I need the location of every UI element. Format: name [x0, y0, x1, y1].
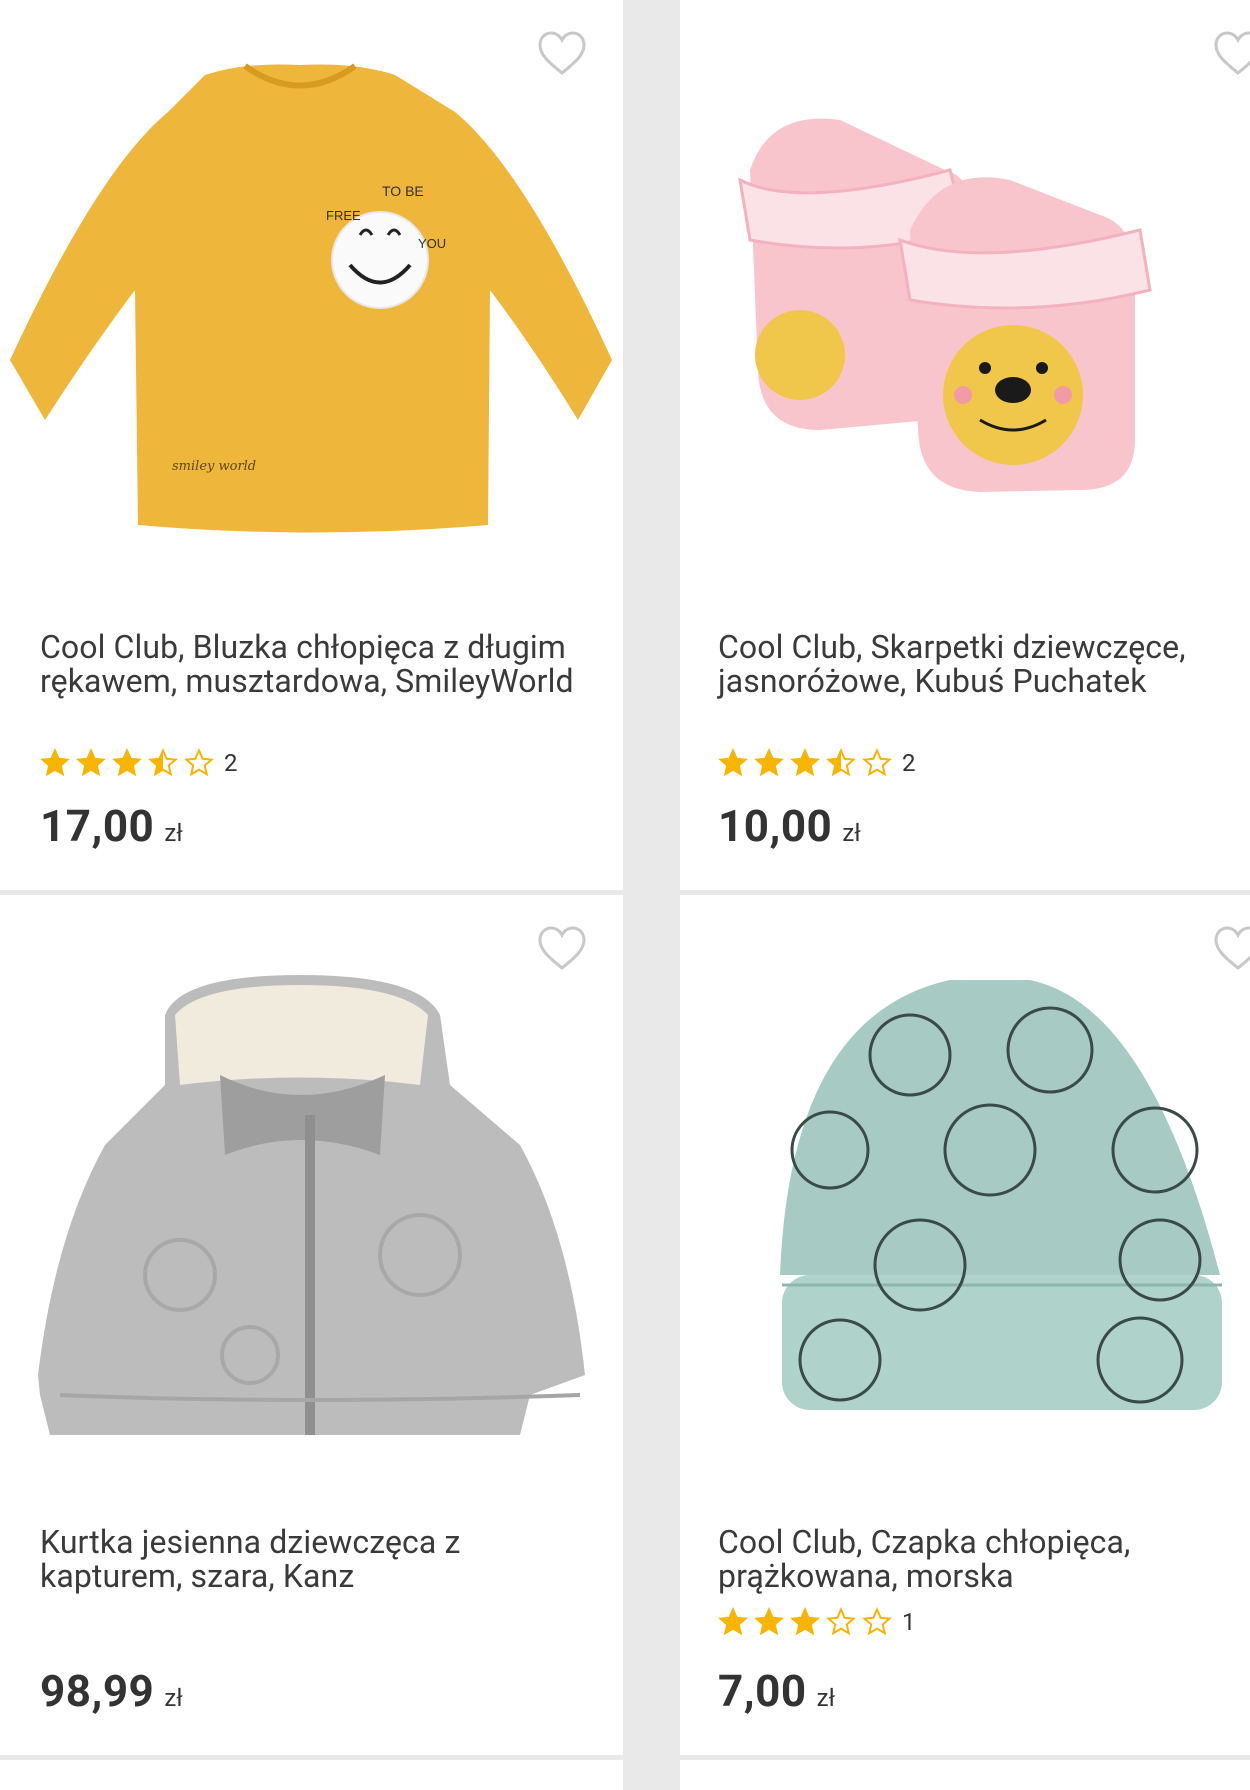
price: 98,99 zł: [40, 1665, 183, 1717]
review-count: 1: [902, 1608, 916, 1636]
socks-illustration: [738, 118, 1152, 492]
product-card-partial[interactable]: [0, 1760, 623, 1790]
favorite-heart-icon[interactable]: [537, 925, 587, 971]
rating: 1: [718, 1607, 916, 1637]
star-icon: [790, 748, 820, 777]
price: 10,00 zł: [718, 800, 861, 852]
jacket-illustration: [38, 975, 585, 1435]
product-title[interactable]: Cool Club, Skarpetki dziewczęce, jasnoró…: [718, 630, 1230, 698]
favorite-heart-icon[interactable]: [1213, 30, 1250, 76]
price-amount: 10,00: [718, 800, 833, 852]
star-icon: [718, 748, 748, 777]
star-icon: [112, 748, 142, 777]
price-currency: zł: [164, 819, 183, 847]
price-amount: 17,00: [40, 800, 155, 852]
product-card[interactable]: Cool Club, Czapka chłopięca, prążkowana,…: [680, 895, 1250, 1755]
price-currency: zł: [164, 1684, 183, 1712]
favorite-heart-icon[interactable]: [1213, 925, 1250, 971]
star-icon: [790, 1607, 820, 1636]
rating: 2: [40, 748, 238, 778]
review-count: 2: [902, 749, 916, 777]
print-text-top: TO BE: [382, 183, 424, 199]
price-currency: zł: [816, 1684, 835, 1712]
price: 7,00 zł: [718, 1665, 835, 1717]
shirt-illustration: TO BE FREE YOU smiley world: [10, 63, 612, 533]
star-icon: [76, 748, 106, 777]
star-icon: [754, 1607, 784, 1636]
print-text-script: smiley world: [172, 459, 256, 474]
price-currency: zł: [842, 819, 861, 847]
product-image[interactable]: TO BE FREE YOU smiley world: [0, 50, 623, 550]
print-text-right: YOU: [418, 236, 446, 251]
price: 17,00 zł: [40, 800, 183, 852]
product-card-partial[interactable]: [680, 1760, 1250, 1790]
star-icon: [754, 748, 784, 777]
product-image[interactable]: [0, 975, 623, 1445]
review-count: 2: [224, 749, 238, 777]
print-text-left: FREE: [326, 208, 361, 223]
star-icon: [40, 748, 70, 777]
star-icon: [718, 1607, 748, 1636]
product-card[interactable]: TO BE FREE YOU smiley world Cool Club, B…: [0, 0, 623, 890]
product-title[interactable]: Cool Club, Bluzka chłopięca z długim ręk…: [40, 630, 583, 698]
price-amount: 7,00: [718, 1665, 807, 1717]
product-card[interactable]: Cool Club, Skarpetki dziewczęce, jasnoró…: [680, 0, 1250, 890]
product-card[interactable]: Kurtka jesienna dziewczęca z kapturem, s…: [0, 895, 623, 1755]
star-icon: [862, 1607, 892, 1636]
star-icon: [148, 748, 178, 777]
star-icon: [826, 748, 856, 777]
product-image[interactable]: [680, 80, 1250, 520]
product-grid: TO BE FREE YOU smiley world Cool Club, B…: [0, 0, 1250, 1790]
product-title[interactable]: Cool Club, Czapka chłopięca, prążkowana,…: [718, 1525, 1230, 1593]
hat-illustration: [780, 980, 1222, 1410]
price-amount: 98,99: [40, 1665, 155, 1717]
product-title[interactable]: Kurtka jesienna dziewczęca z kapturem, s…: [40, 1525, 583, 1593]
star-icon: [826, 1607, 856, 1636]
star-icon: [862, 748, 892, 777]
star-icon: [184, 748, 214, 777]
product-image[interactable]: [680, 975, 1250, 1425]
rating: 2: [718, 748, 916, 778]
